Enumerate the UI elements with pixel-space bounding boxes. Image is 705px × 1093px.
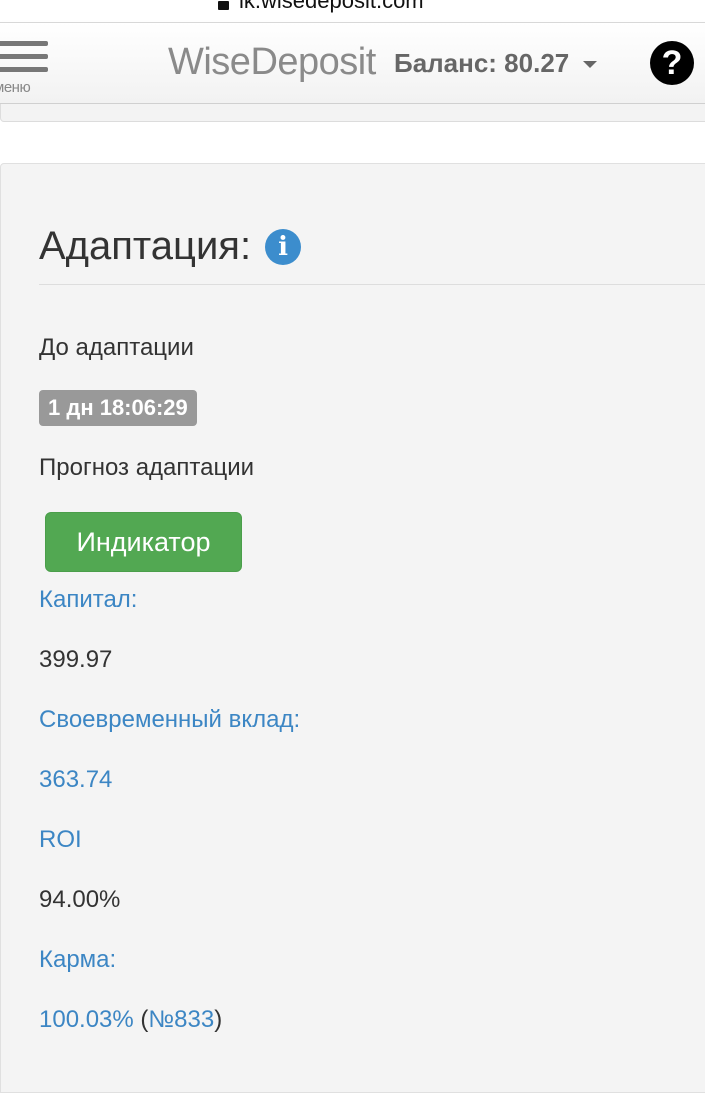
panel-title-text: Адаптация: [39, 224, 252, 268]
timely-deposit-value[interactable]: 363.74 [39, 766, 112, 794]
indicator-button[interactable]: Индикатор [45, 512, 242, 572]
roi-label[interactable]: ROI [39, 826, 82, 854]
balance-text: Баланс: 80.27 [394, 48, 570, 78]
help-icon[interactable]: ? [650, 41, 694, 85]
karma-row: 100.03% (№833) [39, 1006, 222, 1034]
until-adaptation-label: До адаптации [39, 334, 194, 361]
capital-value: 399.97 [39, 646, 113, 673]
menu-button[interactable]: меню [0, 41, 54, 101]
karma-rank-link[interactable]: №833 [148, 1006, 214, 1033]
panel-title: Адаптация: i [39, 224, 302, 269]
lock-icon [218, 0, 229, 10]
balance-dropdown[interactable]: Баланс: 80.27 [394, 48, 598, 79]
subnav-strip [0, 104, 705, 122]
karma-label[interactable]: Карма: [39, 946, 116, 974]
divider [39, 284, 705, 285]
menu-label: меню [0, 79, 31, 96]
roi-value: 94.00% [39, 886, 121, 913]
forecast-label: Прогноз адаптации [39, 454, 255, 481]
hamburger-icon [0, 41, 48, 46]
info-icon[interactable]: i [265, 228, 302, 265]
karma-value[interactable]: 100.03% [39, 1006, 134, 1033]
top-navbar: меню WiseDeposit Баланс: 80.27 ? [0, 22, 705, 104]
browser-url-bar[interactable]: lk.wisedeposit.com [0, 0, 705, 22]
url-text: lk.wisedeposit.com [239, 0, 424, 13]
brand-logo[interactable]: WiseDeposit [168, 41, 376, 84]
karma-rank-close: ) [214, 1006, 223, 1033]
caret-down-icon [583, 61, 598, 68]
countdown-badge: 1 дн 18:06:29 [39, 390, 197, 426]
capital-label[interactable]: Капитал: [39, 586, 137, 614]
adaptation-panel: Адаптация: i До адаптации 1 дн 18:06:29 … [0, 163, 705, 1093]
timely-deposit-label[interactable]: Своевременный вклад: [39, 706, 300, 734]
